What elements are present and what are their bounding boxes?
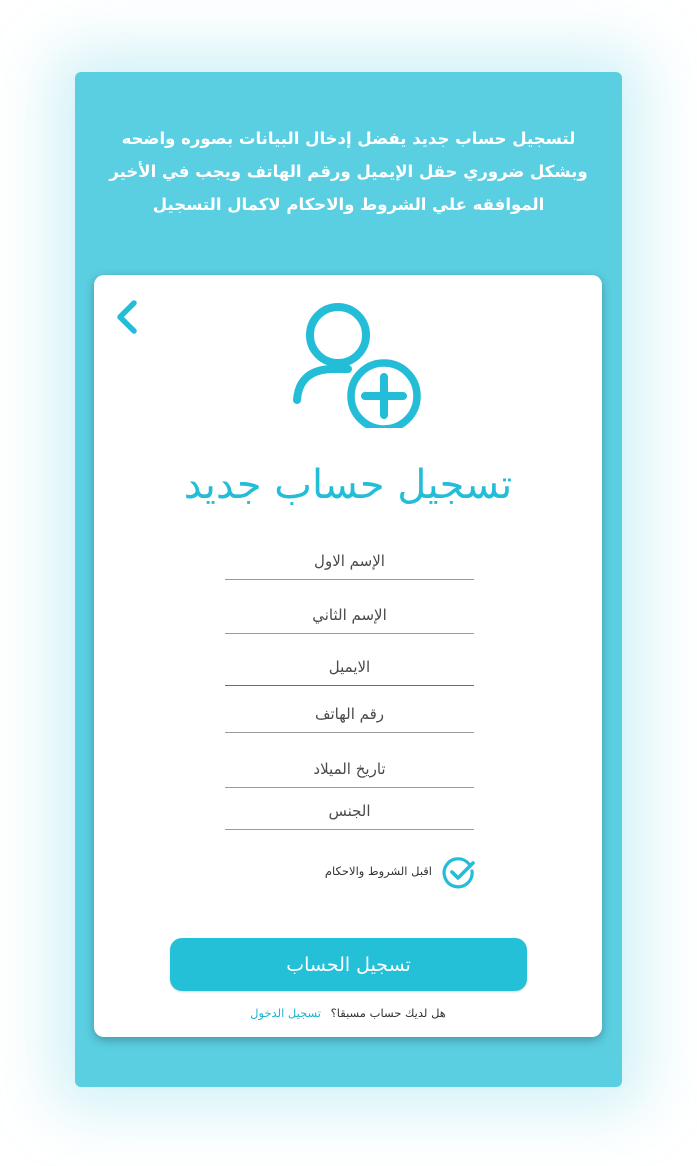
chevron-left-icon: [117, 300, 137, 334]
back-button[interactable]: [110, 297, 144, 337]
register-button[interactable]: تسجيل الحساب: [170, 938, 527, 991]
login-question: هل لديك حساب مسبقا؟: [330, 1006, 446, 1020]
first-name-input[interactable]: [225, 543, 474, 580]
gender-input[interactable]: [225, 793, 474, 830]
last-name-input[interactable]: [225, 597, 474, 634]
terms-checkbox[interactable]: [442, 857, 476, 889]
user-add-icon: [293, 303, 421, 428]
page-title: تسجيل حساب جديد: [183, 462, 513, 508]
signup-card: تسجيل حساب جديد اقبل الشروط والاحكام تسج…: [94, 275, 602, 1037]
birthdate-input[interactable]: [225, 751, 474, 788]
terms-label: اقبل الشروط والاحكام: [324, 864, 432, 878]
login-link[interactable]: تسجيل الدخول: [250, 1006, 321, 1020]
check-circle-icon: [442, 857, 475, 889]
terms-row: اقبل الشروط والاحكام: [310, 857, 476, 889]
login-prompt: هل لديك حساب مسبقا؟ تسجيل الدخول: [94, 1006, 602, 1020]
intro-text: لتسجيل حساب جديد يفضل إدخال البيانات بصو…: [109, 129, 588, 214]
phone-input[interactable]: [225, 696, 474, 733]
email-input[interactable]: [225, 649, 474, 686]
